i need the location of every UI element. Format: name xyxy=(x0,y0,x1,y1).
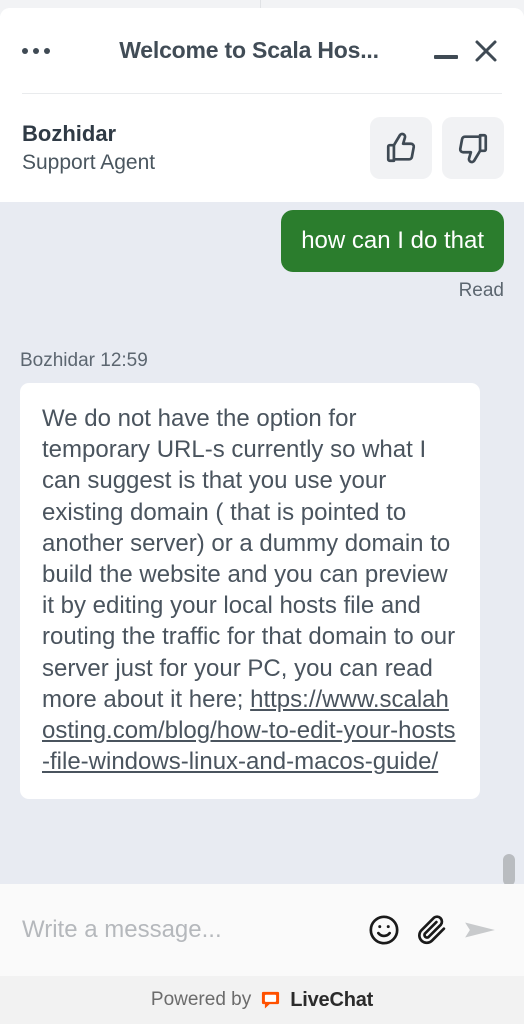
page-root: Welcome to Scala Hos... Bozhidar Support… xyxy=(0,0,524,1024)
chat-message-area[interactable]: how can I do that Read Bozhidar 12:59 We… xyxy=(0,202,524,884)
agent-bar: Bozhidar Support Agent xyxy=(0,94,524,202)
rate-bad-button[interactable] xyxy=(442,117,504,179)
minimize-icon xyxy=(434,54,458,59)
more-horizontal-icon[interactable] xyxy=(22,29,66,73)
thumbs-up-icon xyxy=(386,132,416,163)
livechat-logo-icon xyxy=(262,991,280,1009)
minimize-button[interactable] xyxy=(426,31,466,71)
agent-info: Bozhidar Support Agent xyxy=(22,120,360,177)
header-top-bar: Welcome to Scala Hos... xyxy=(0,8,524,93)
dot-2 xyxy=(33,47,39,54)
incoming-message-text: We do not have the option for temporary … xyxy=(42,405,456,713)
thumbs-down-icon xyxy=(458,133,488,164)
send-button[interactable] xyxy=(456,906,504,954)
outgoing-message-row: how can I do that xyxy=(20,210,504,272)
agent-role: Support Agent xyxy=(22,151,156,175)
chat-scrollbar[interactable] xyxy=(503,202,515,884)
widget-header: Welcome to Scala Hos... Bozhidar Support… xyxy=(0,8,524,202)
message-read-status: Read xyxy=(458,280,504,301)
livechat-widget: Welcome to Scala Hos... Bozhidar Support… xyxy=(0,8,524,1024)
agent-name: Bozhidar xyxy=(22,120,117,146)
message-list: how can I do that Read Bozhidar 12:59 We… xyxy=(0,202,524,800)
close-button[interactable] xyxy=(466,31,506,71)
incoming-message-meta: Bozhidar 12:59 xyxy=(20,350,148,371)
powered-by-label: Powered by xyxy=(150,989,252,1010)
rate-good-button[interactable] xyxy=(370,117,432,179)
close-icon xyxy=(475,40,497,61)
outgoing-message-bubble: how can I do that xyxy=(281,210,504,272)
widget-footer: Powered by LiveChat xyxy=(0,976,524,1024)
scrollbar-thumb[interactable] xyxy=(503,854,515,884)
livechat-brand-label: LiveChat xyxy=(290,988,374,1011)
attachment-button[interactable] xyxy=(408,906,456,954)
dot-3 xyxy=(44,47,50,54)
send-icon xyxy=(465,922,495,938)
paperclip-icon xyxy=(418,915,446,945)
emoji-icon xyxy=(369,915,399,945)
emoji-button[interactable] xyxy=(360,906,408,954)
page-title: Welcome to Scala Hos... xyxy=(119,37,379,63)
message-composer xyxy=(0,884,524,976)
incoming-message-bubble: We do not have the option for temporary … xyxy=(20,383,480,800)
message-input[interactable] xyxy=(22,916,360,944)
dot-1 xyxy=(22,47,28,54)
